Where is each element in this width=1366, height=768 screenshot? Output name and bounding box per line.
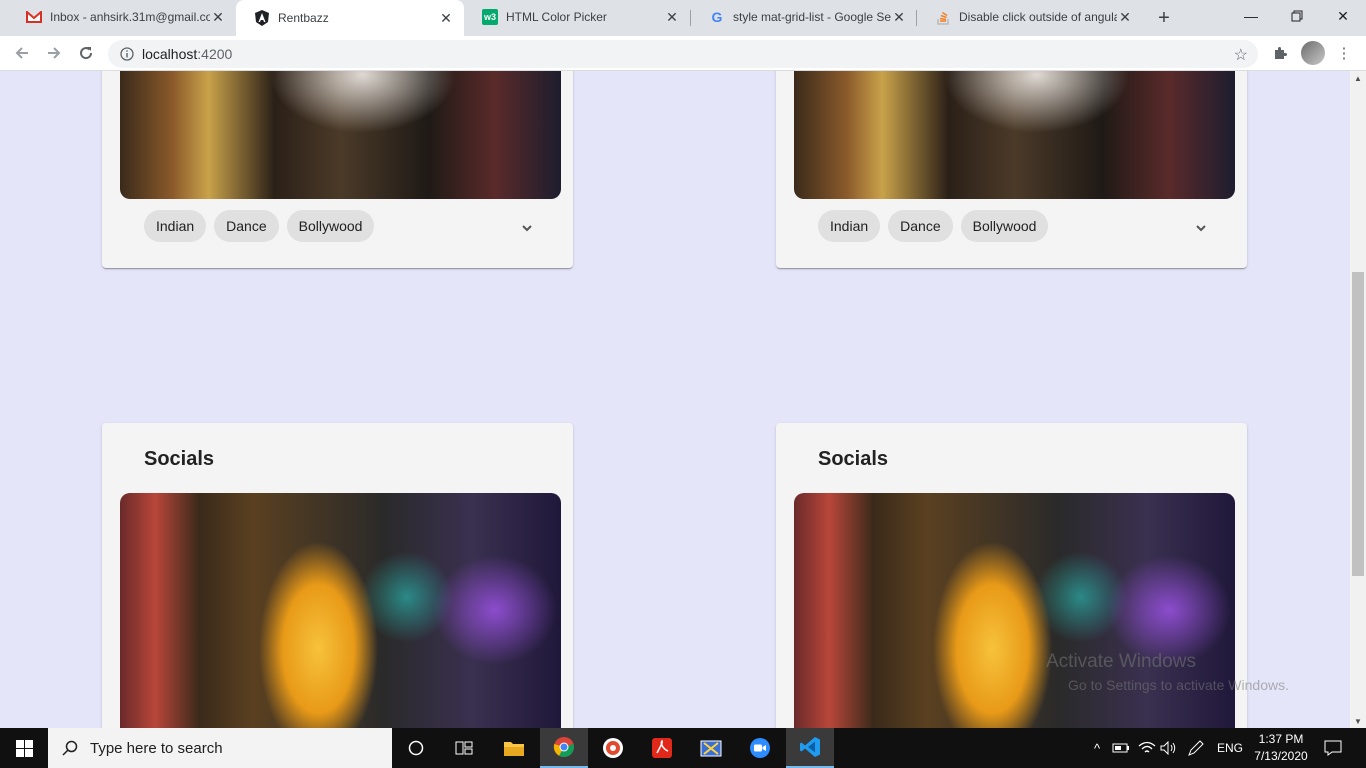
clock-date: 7/13/2020 [1254,749,1308,763]
scroll-down-arrow-icon[interactable]: ▼ [1350,714,1366,728]
tab-google-search[interactable]: G style mat-grid-list - Google Search ✕ [691,0,917,34]
tab-title: style mat-grid-list - Google Search [733,10,891,24]
expand-button[interactable] [1189,216,1213,240]
scroll-thumb[interactable] [1352,272,1364,576]
zoom-icon[interactable] [736,728,784,768]
forward-arrow-icon [48,47,61,59]
wifi-icon[interactable] [1136,728,1158,768]
snipping-tool-icon[interactable] [687,728,735,768]
search-placeholder: Type here to search [90,739,223,757]
card-title: Socials [818,448,889,470]
url-text: localhost:4200 [142,46,233,62]
restore-icon [1291,10,1303,22]
page-scrollbar[interactable]: ▲ ▼ [1350,71,1366,728]
close-icon[interactable]: ✕ [664,9,680,25]
close-icon[interactable]: ✕ [210,9,226,25]
gmail-icon [26,9,42,25]
tab-title: HTML Color Picker [506,10,607,24]
profile-avatar[interactable] [1301,41,1325,65]
tab-gmail[interactable]: Inbox - anhsirk.31m@gmail.com ✕ [8,0,236,34]
close-window-button[interactable]: ✕ [1320,0,1366,32]
chip-list: Indian Dance Bollywood [144,210,375,242]
stackoverflow-icon [935,9,951,25]
info-icon[interactable] [120,47,134,61]
card-image [794,71,1235,199]
tab-title: Inbox - anhsirk.31m@gmail.com [50,10,210,24]
close-icon[interactable]: ✕ [891,9,907,25]
expand-button[interactable] [515,216,539,240]
chevron-down-icon [522,225,532,232]
close-icon[interactable]: ✕ [438,10,454,26]
minimize-button[interactable]: — [1228,0,1274,32]
event-card: Socials [102,423,573,728]
battery-icon[interactable] [1110,728,1132,768]
vscode-icon[interactable] [786,728,834,768]
chip-tag[interactable]: Bollywood [960,210,1049,242]
tab-title: Disable click outside of angular [959,10,1117,24]
start-button[interactable] [0,728,48,768]
chip-tag[interactable]: Indian [144,210,207,242]
search-icon [62,740,78,756]
chip-tag[interactable]: Dance [214,210,279,242]
windows-taskbar: Type here to search ^ ENG 1:37 PM 7/13/2… [0,728,1366,768]
chip-tag[interactable]: Dance [888,210,953,242]
show-hidden-icons-chevron-icon[interactable]: ^ [1088,728,1106,768]
chip-list: Indian Dance Bollywood [818,210,1049,242]
event-card: Indian Dance Bollywood [102,71,573,268]
event-card: Indian Dance Bollywood [776,71,1247,268]
media-player-icon[interactable] [589,728,637,768]
chip-tag[interactable]: Indian [818,210,881,242]
taskbar-search-input[interactable]: Type here to search [48,728,392,768]
forward-button[interactable] [40,39,68,67]
chrome-menu-icon[interactable]: ⋮ [1333,42,1355,64]
windows-logo-icon [15,739,33,757]
activation-watermark-title: Activate Windows [1046,651,1196,672]
input-language-indicator[interactable]: ENG [1214,728,1246,768]
reload-icon [80,47,93,60]
tab-color-picker[interactable]: w3 HTML Color Picker ✕ [464,0,690,34]
w3schools-icon: w3 [482,9,498,25]
tab-stackoverflow[interactable]: Disable click outside of angular ✕ [917,0,1143,34]
address-bar[interactable]: localhost:4200 ☆ [108,40,1258,68]
extensions-icon[interactable] [1269,42,1291,64]
scroll-up-arrow-icon[interactable]: ▲ [1350,71,1366,85]
restore-button[interactable] [1274,0,1320,32]
reload-button[interactable] [72,39,100,67]
activation-watermark-subtitle: Go to Settings to activate Windows. [1068,677,1289,693]
chrome-taskbar-icon[interactable] [540,728,588,768]
close-icon[interactable]: ✕ [1117,9,1133,25]
file-explorer-icon[interactable] [490,728,538,768]
card-image [120,71,561,199]
card-image [120,493,561,728]
browser-toolbar: localhost:4200 ☆ ⋮ [0,36,1366,71]
new-tab-button[interactable]: + [1152,6,1176,30]
back-button[interactable] [8,39,36,67]
clock-time: 1:37 PM [1258,732,1304,746]
tab-strip: Inbox - anhsirk.31m@gmail.com ✕ Rentbazz… [0,0,1366,36]
bookmark-star-icon[interactable]: ☆ [1234,45,1248,65]
chevron-down-icon [1196,225,1206,232]
tab-title: Rentbazz [278,11,329,25]
cortana-icon[interactable] [392,728,440,768]
volume-icon[interactable] [1158,728,1180,768]
pen-workspace-icon[interactable] [1184,728,1208,768]
google-icon: G [711,9,723,25]
back-arrow-icon [15,47,28,59]
page-viewport: Indian Dance Bollywood Indian Dance Boll… [0,71,1350,728]
system-clock[interactable]: 1:37 PM 7/13/2020 [1250,731,1312,765]
card-title: Socials [144,448,215,470]
angular-icon [254,10,270,26]
chip-tag[interactable]: Bollywood [286,210,375,242]
tab-rentbazz[interactable]: Rentbazz ✕ [236,0,464,36]
acrobat-icon[interactable] [638,728,686,768]
task-view-icon[interactable] [440,728,488,768]
notifications-icon[interactable] [1318,728,1348,768]
